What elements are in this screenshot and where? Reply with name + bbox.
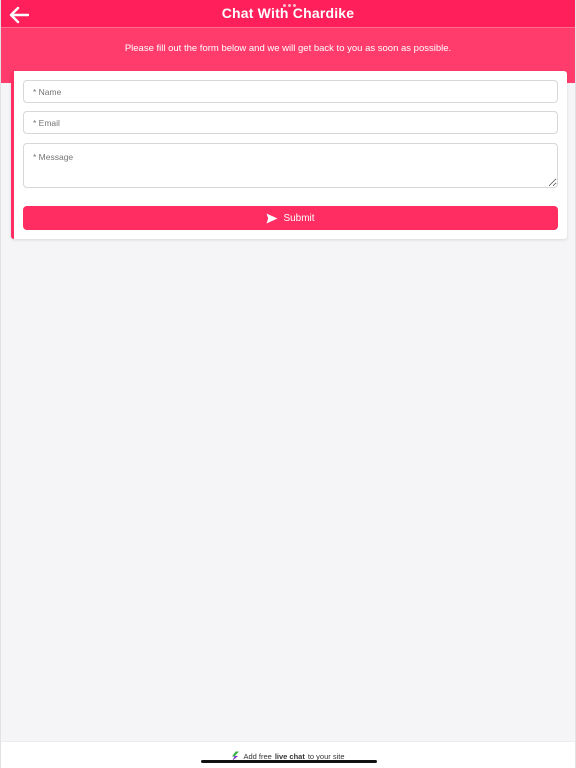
footer-bar: Add free live chat to your site [1, 741, 575, 768]
name-input[interactable] [23, 80, 558, 103]
send-icon [266, 213, 278, 223]
submit-button[interactable]: Submit [23, 206, 558, 230]
submit-label: Submit [283, 212, 315, 224]
intro-text: Please fill out the form below and we wi… [124, 43, 452, 54]
contact-form: Submit [11, 71, 567, 239]
email-input[interactable] [23, 111, 558, 134]
page-title: Chat With Chardike [221, 5, 355, 21]
message-input[interactable] [23, 143, 558, 188]
home-indicator [201, 760, 377, 763]
chat-app: Chat With Chardike Please fill out the f… [0, 0, 576, 768]
header-bar: Chat With Chardike [1, 0, 575, 27]
